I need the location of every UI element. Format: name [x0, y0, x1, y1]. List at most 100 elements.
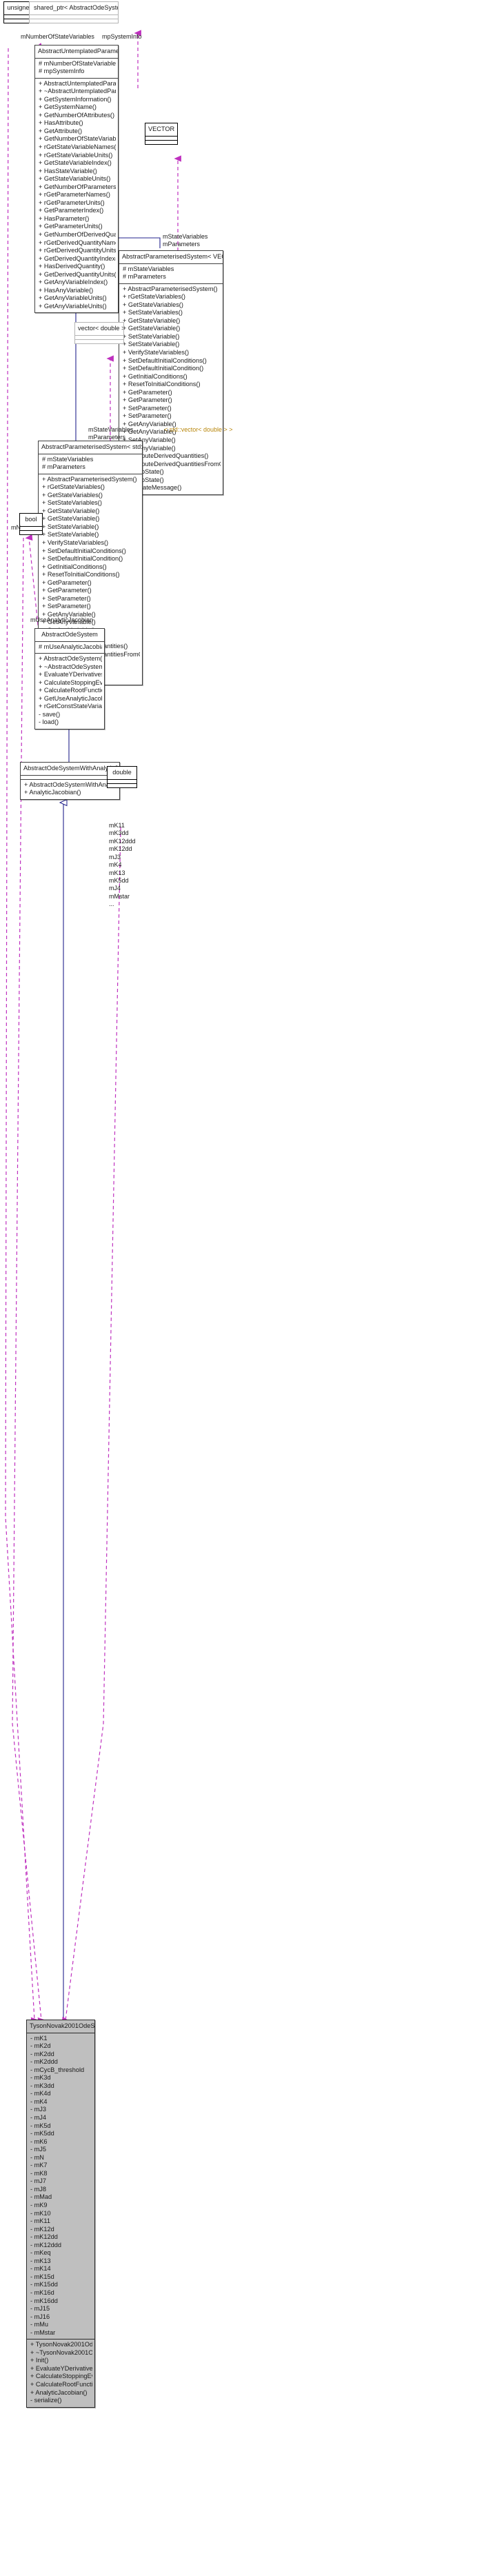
node-shared-ptr-methods [30, 19, 118, 23]
node-abstract-ode-system[interactable]: AbstractOdeSystem # mUseAnalyticJacobian… [34, 628, 105, 729]
member-entry: - mMstar [30, 2328, 56, 2336]
member-entry: - mJ15 [30, 2305, 50, 2313]
edge-label-mNumberOfStateVariables: mNumberOfStateVariables [21, 33, 94, 40]
edge-label-mpSystemInfo: mpSystemInfo [102, 33, 142, 40]
member-entry: + rGetStateVariables() [123, 293, 185, 301]
member-entry: - mN [30, 2153, 44, 2161]
edge-label-mParameters-vector: mParameters [163, 241, 201, 248]
member-entry: - mK8 [30, 2169, 48, 2177]
member-entry: - mK2dd [30, 2050, 54, 2057]
node-tyson-novak-2001-ode-system[interactable]: TysonNovak2001OdeSystem - mK1- mK2d- mK2… [26, 2020, 95, 2408]
member-entry: + AbstractOdeSystemWithAnalyticJacobian(… [24, 781, 117, 788]
member-entry: + GetDerivedQuantityUnits() [39, 270, 116, 278]
node-bool[interactable]: bool [19, 513, 43, 535]
member-entry: + AnalyticJacobian() [24, 789, 81, 796]
edge-label-mStateVariables-vector: mStateVariables [163, 233, 208, 240]
node-methods: + AbstractOdeSystem() + ~AbstractOdeSyste… [35, 654, 104, 729]
member-entry: + HasParameter() [39, 214, 90, 222]
member-entry: + GetParameter() [123, 396, 172, 404]
member-entry: + GetStateVariable() [123, 316, 181, 324]
member-entry: - save() [39, 710, 61, 718]
edge-label-mN: mN [11, 524, 21, 531]
member-entry: - mCycB_threshold [30, 2066, 85, 2073]
member-entry: + GetSystemName() [39, 103, 97, 111]
member-entry: + rGetDerivedQuantityNames() [39, 239, 116, 246]
member-entry: + SetStateVariable() [123, 332, 180, 340]
member-entry: # mpSystemInfo [39, 68, 85, 75]
member-entry: + GetNumberOfAttributes() [39, 111, 115, 119]
member-entry: + AbstractParameterisedSystem() [123, 285, 218, 292]
member-entry: - mK4d [30, 2090, 51, 2097]
node-abstract-ode-system-with-analytic-jacobian[interactable]: AbstractOdeSystemWithAnalyticJacobian + … [20, 762, 120, 800]
member-entry: + HasDerivedQuantity() [39, 263, 105, 270]
node-title: AbstractParameterisedSystem< VECTOR > [122, 252, 223, 260]
member-entry: + GetStateVariable() [42, 507, 100, 514]
member-entry: # mStateVariables [123, 265, 174, 272]
node-attributes: # mStateVariables # mParameters [39, 454, 142, 474]
member-entry: + CalculateStoppingEvent() [39, 678, 102, 686]
member-entry: - mJ5 [30, 2146, 46, 2153]
member-entry: + GetAnyVariableIndex() [39, 279, 108, 286]
member-entry: - mK16d [30, 2289, 54, 2296]
member-entry: + GetStateVariableIndex() [39, 159, 112, 167]
member-entry: # mNumberOfStateVariables [39, 59, 116, 67]
member-entry: - mJ7 [30, 2177, 46, 2185]
member-entry: + GetAttribute() [39, 127, 83, 134]
member-entry: + CalculateRootFunction() [39, 687, 102, 694]
member-entry: - mK15d [30, 2273, 54, 2280]
member-entry: + SetDefaultInitialConditions() [42, 547, 126, 554]
member-entry: - mK14 [30, 2265, 51, 2273]
node-shared-ptr-title: shared_ptr< AbstractOdeSystemInformation… [34, 3, 118, 11]
member-entry: + GetStateVariables() [42, 491, 103, 499]
member-entry: + GetUseAnalyticJacobian() [39, 694, 102, 702]
member-entry: - mK11 [30, 2217, 50, 2225]
member-entry: - mK13 [30, 2257, 51, 2264]
node-vector-double-title: vector< double > [78, 324, 123, 332]
member-entry: - mMu [30, 2321, 49, 2328]
node-methods: + AbstractOdeSystemWithAnalyticJacobian(… [21, 780, 119, 799]
member-entry: + HasAnyVariable() [39, 286, 94, 294]
member-entry: + AnalyticJacobian() [30, 2388, 88, 2396]
node-double-title: double [112, 768, 132, 776]
member-entry: - mJ8 [30, 2185, 46, 2193]
member-entry: + rGetDerivedQuantityUnits() [39, 247, 116, 254]
member-entry: + SetDefaultInitialCondition() [42, 555, 123, 563]
member-entry: + GetStateVariables() [123, 301, 183, 308]
member-entry: - mKeq [30, 2249, 51, 2257]
member-entry: + SetDefaultInitialCondition() [123, 365, 204, 372]
edge-label-template-argument: < std::vector< double > > [164, 426, 233, 433]
node-attributes: # mNumberOfStateVariables # mpSystemInfo [35, 59, 118, 78]
node-vector-double[interactable]: vector< double > [74, 322, 124, 344]
member-entry: + rGetParameterNames() [39, 191, 110, 199]
node-attributes: - mK1- mK2d - mK2dd - mK2ddd - mCycB_thresh… [27, 2033, 94, 2339]
node-bool-title: bool [25, 515, 37, 523]
member-entry: - mK12d [30, 2225, 54, 2233]
member-entry: + EvaluateYDerivatives() [39, 671, 102, 678]
member-entry: + ResetToInitialConditions() [123, 381, 201, 388]
member-entry: - mK12ddd [30, 2241, 61, 2248]
member-entry: + CalculateRootFunction() [30, 2381, 92, 2388]
node-methods: + TysonNovak2001OdeSystem()+ ~TysonNovak… [27, 2339, 94, 2407]
member-entry: # mParameters [42, 463, 85, 471]
member-entry: + GetStateVariable() [123, 325, 181, 332]
node-double[interactable]: double [107, 766, 137, 788]
member-entry: + Init() [30, 2357, 49, 2364]
member-entry: - mK3dd [30, 2082, 54, 2089]
edge-label-mUseAnalyticJacobian: mUseAnalyticJacobian [30, 616, 94, 623]
node-vector-double-methods [75, 340, 123, 343]
member-entry: - mK7 [30, 2162, 48, 2169]
member-entry: - mK3d [30, 2074, 51, 2082]
member-entry: - mK2d [30, 2042, 51, 2050]
member-entry: - mJ4 [30, 2113, 46, 2121]
node-shared-ptr[interactable]: shared_ptr< AbstractOdeSystemInformation… [29, 1, 119, 23]
member-entry: + rGetConstStateVariables() [39, 703, 102, 710]
member-entry: - mK5d [30, 2122, 51, 2129]
member-entry: - mK15dd [30, 2281, 58, 2288]
node-vector[interactable]: VECTOR [145, 123, 178, 145]
member-entry: + HasStateVariable() [39, 167, 97, 174]
member-entry: + AbstractOdeSystem() [39, 655, 102, 663]
node-abstract-untemplated-parameterised-system[interactable]: AbstractUntemplatedParameterisedSystem #… [34, 45, 119, 314]
member-entry: + SetParameter() [123, 412, 172, 420]
member-entry: + HasAttribute() [39, 119, 83, 127]
node-attributes: # mUseAnalyticJacobian [35, 642, 104, 654]
